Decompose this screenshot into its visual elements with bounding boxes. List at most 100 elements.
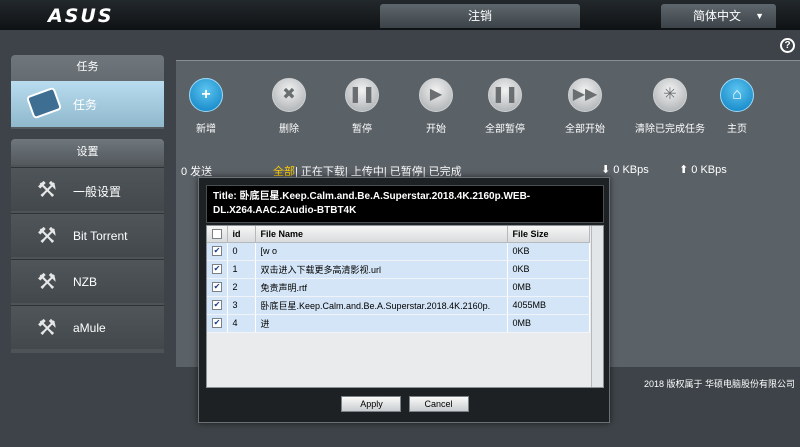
task-group-title: 任务 <box>76 61 99 73</box>
tool-label: 开始 <box>426 124 446 135</box>
file-id: 3 <box>227 296 256 315</box>
file-name: [w o <box>255 242 508 261</box>
asus-logo: ASUS <box>48 5 114 27</box>
download-rate: ⬇ 0 KBps <box>601 163 649 176</box>
plus-icon: + <box>189 78 223 112</box>
sidebar-item-nzb[interactable]: ⚒ NZB <box>11 259 164 303</box>
cancel-button[interactable]: Cancel <box>408 396 469 412</box>
col-file-name[interactable]: File Name <box>255 226 508 243</box>
arrow-down-icon: ⬇ <box>601 164 611 176</box>
upload-rate-value: 0 KBps <box>691 164 727 176</box>
file-table: id File Name File Size ✔ 0 [w o 0KB ✔ 1 … <box>207 226 590 333</box>
clear-completed-button[interactable]: ✳ 清除已完成任务 <box>634 78 706 135</box>
delete-button[interactable]: ✖ 删除 <box>253 78 325 135</box>
copyright: 2018 版权属于 华硕电脑股份有限公司 <box>644 379 796 389</box>
row-check-cell: ✔ <box>207 242 228 261</box>
col-file-size[interactable]: File Size <box>507 226 590 243</box>
table-row[interactable]: ✔ 0 [w o 0KB <box>207 242 590 261</box>
file-select-dialog: Title: 卧底巨星.Keep.Calm.and.Be.A.Superstar… <box>198 177 610 423</box>
file-checkbox[interactable]: ✔ <box>212 264 222 275</box>
wrench-icon: ⚒ <box>37 177 57 202</box>
clear-icon: ✳ <box>653 78 687 112</box>
table-row[interactable]: ✔ 4 进 0MB <box>207 314 590 333</box>
dialog-buttons: Apply Cancel <box>199 396 611 412</box>
settings-group-title: 设置 <box>11 139 164 165</box>
sidebar-item-bittorrent[interactable]: ⚒ Bit Torrent <box>11 213 164 257</box>
file-table-container: id File Name File Size ✔ 0 [w o 0KB ✔ 1 … <box>206 225 604 388</box>
chevron-down-icon: ▼ <box>755 11 764 21</box>
row-check-cell: ✔ <box>207 296 228 315</box>
sidebar-item-label: Bit Torrent <box>73 229 128 243</box>
file-id: 4 <box>227 314 256 333</box>
file-name: 双击进入下载更多高清影视.url <box>255 260 508 279</box>
play-icon: ▶ <box>419 78 453 112</box>
home-button[interactable]: ⌂ 主页 <box>701 78 773 135</box>
file-checkbox[interactable]: ✔ <box>212 282 222 293</box>
file-checkbox[interactable]: ✔ <box>212 300 222 311</box>
task-icon <box>25 86 63 120</box>
home-icon: ⌂ <box>720 78 754 112</box>
file-name: 免责声明.rtf <box>255 278 508 297</box>
pause-button[interactable]: ❚❚ 暂停 <box>326 78 398 135</box>
start-all-button[interactable]: ▶▶ 全部开始 <box>549 78 621 135</box>
table-row[interactable]: ✔ 2 免责声明.rtf 0MB <box>207 278 590 297</box>
file-id: 2 <box>227 278 256 297</box>
file-size: 0KB <box>507 242 590 261</box>
arrow-up-icon: ⬆ <box>679 164 689 176</box>
tool-label: 删除 <box>279 124 299 135</box>
file-name: 进 <box>255 314 508 333</box>
download-rate-value: 0 KBps <box>613 164 649 176</box>
logout-button[interactable]: 注销 <box>380 4 580 28</box>
top-bar: ASUS 注销 简体中文 ▼ <box>0 0 800 30</box>
sidebar-item-general[interactable]: ⚒ 一般设置 <box>11 167 164 211</box>
start-button[interactable]: ▶ 开始 <box>400 78 472 135</box>
wrench-icon: ⚒ <box>37 315 57 340</box>
file-size: 0MB <box>507 278 590 297</box>
settings-group: 设置 ⚒ 一般设置 ⚒ Bit Torrent ⚒ NZB ⚒ aMule <box>11 139 164 353</box>
sidebar-item-label: aMule <box>73 321 106 335</box>
row-check-cell: ✔ <box>207 260 228 279</box>
sidebar-item-amule[interactable]: ⚒ aMule <box>11 305 164 349</box>
tool-label: 全部暂停 <box>485 124 525 135</box>
tool-label: 主页 <box>727 124 747 135</box>
add-task-button[interactable]: + 新增 <box>170 78 242 135</box>
file-size: 0MB <box>507 314 590 333</box>
upload-rate: ⬆ 0 KBps <box>679 163 727 176</box>
apply-button[interactable]: Apply <box>341 396 402 412</box>
x-icon: ✖ <box>272 78 306 112</box>
file-checkbox[interactable]: ✔ <box>212 246 222 257</box>
file-id: 0 <box>227 242 256 261</box>
tool-label: 暂停 <box>352 124 372 135</box>
pause-all-button[interactable]: ❚❚ 全部暂停 <box>469 78 541 135</box>
table-row[interactable]: ✔ 1 双击进入下载更多高清影视.url 0KB <box>207 260 590 279</box>
table-header-row: id File Name File Size <box>207 226 590 243</box>
col-id[interactable]: id <box>227 226 256 243</box>
tool-label: 新增 <box>196 124 216 135</box>
wrench-icon: ⚒ <box>37 223 57 248</box>
language-select-label: 简体中文 <box>693 9 742 23</box>
file-checkbox[interactable]: ✔ <box>212 318 222 329</box>
task-group: 任务 任务 <box>11 55 164 129</box>
select-all-cell <box>207 226 228 243</box>
sidebar-item-label: 一般设置 <box>73 185 122 199</box>
tool-label: 清除已完成任务 <box>635 124 705 135</box>
pause-icon: ❚❚ <box>345 78 379 112</box>
wrench-icon: ⚒ <box>37 269 57 294</box>
file-size: 4055MB <box>507 296 590 315</box>
language-select[interactable]: 简体中文 ▼ <box>661 4 776 28</box>
file-name: 卧底巨星.Keep.Calm.and.Be.A.Superstar.2018.4… <box>255 296 508 315</box>
row-check-cell: ✔ <box>207 314 228 333</box>
help-icon[interactable]: ? <box>780 38 795 53</box>
sidebar-item-task[interactable]: 任务 <box>11 81 164 127</box>
sidebar-item-label: 任务 <box>73 98 98 112</box>
table-row[interactable]: ✔ 3 卧底巨星.Keep.Calm.and.Be.A.Superstar.20… <box>207 296 590 315</box>
tool-label: 全部开始 <box>565 124 605 135</box>
file-size: 0KB <box>507 260 590 279</box>
dialog-title: Title: 卧底巨星.Keep.Calm.and.Be.A.Superstar… <box>206 185 604 223</box>
start-all-icon: ▶▶ <box>568 78 602 112</box>
vertical-scrollbar[interactable] <box>591 226 603 387</box>
pause-all-icon: ❚❚ <box>488 78 522 112</box>
sidebar-item-label: NZB <box>73 275 97 289</box>
row-check-cell: ✔ <box>207 278 228 297</box>
select-all-checkbox[interactable] <box>212 229 222 240</box>
